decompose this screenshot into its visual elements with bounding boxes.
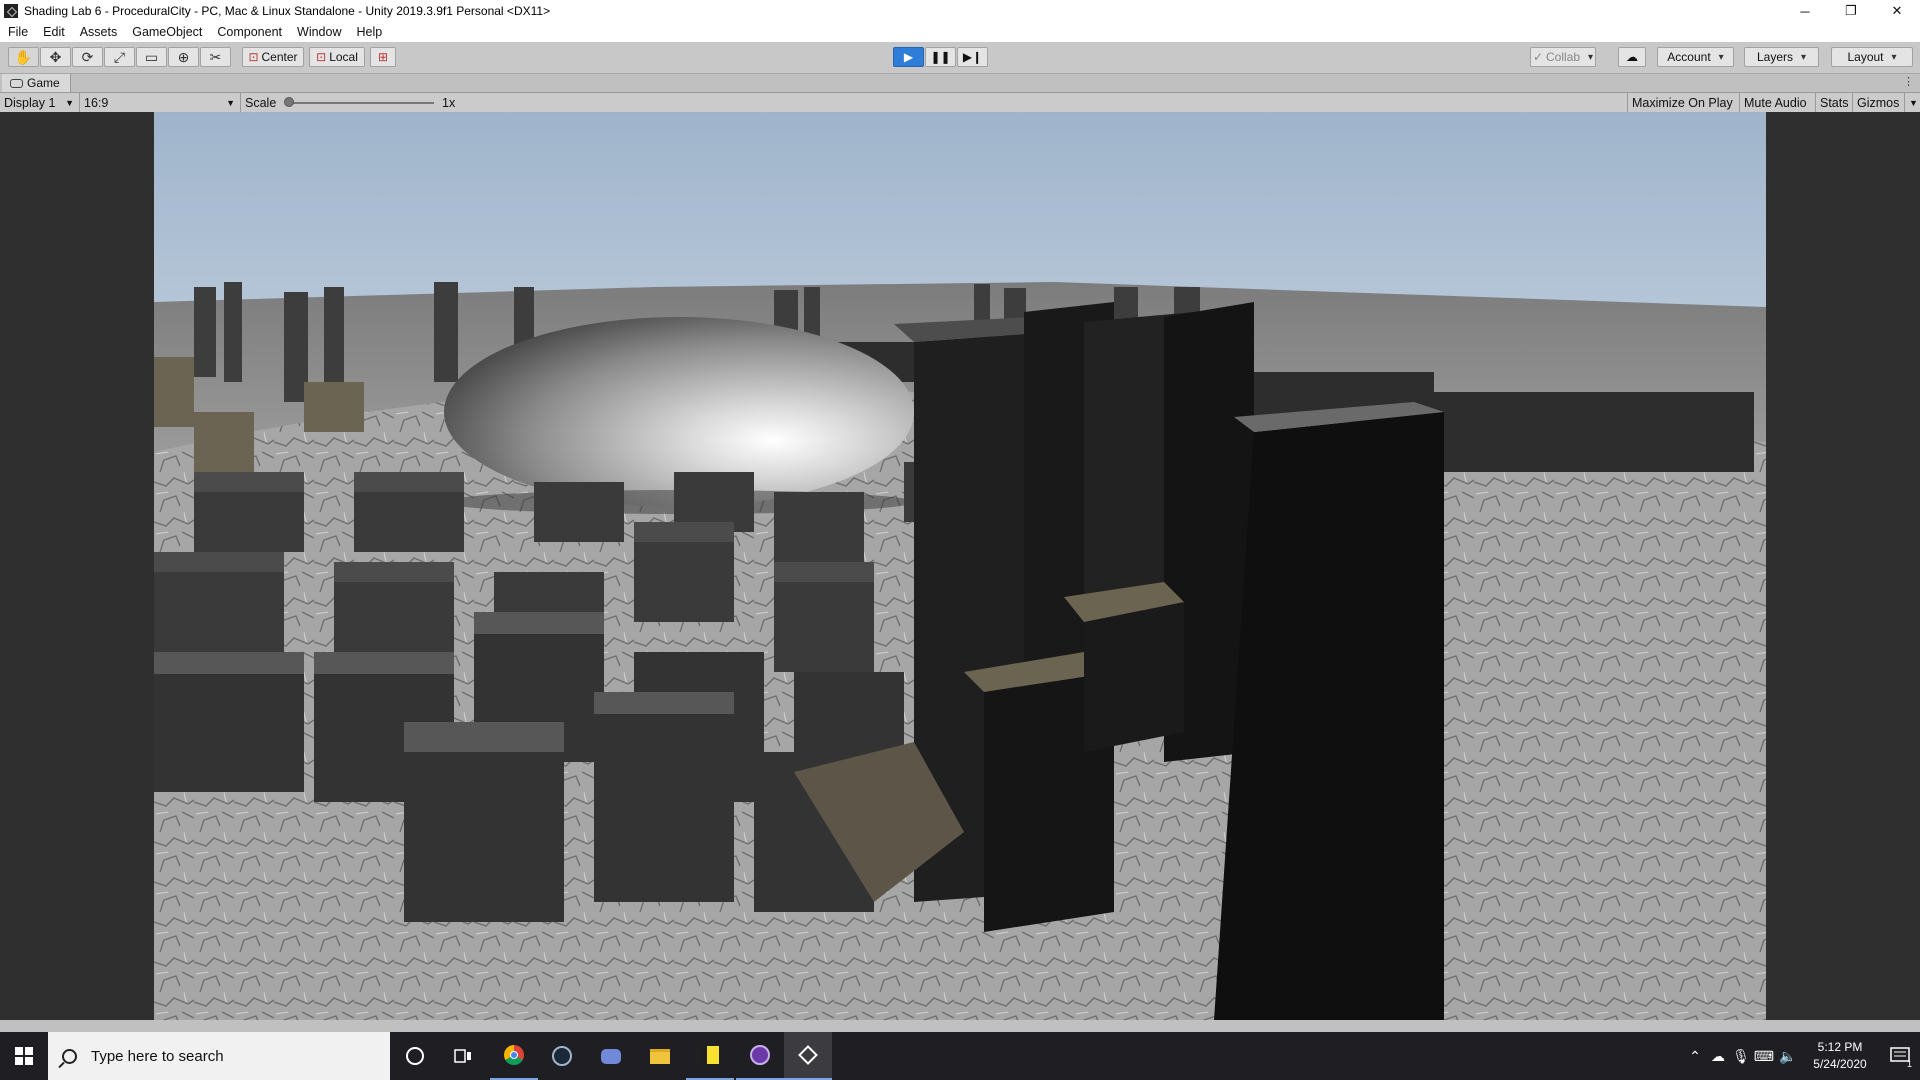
layers-label: Layers — [1756, 50, 1793, 64]
custom-tool-icon[interactable]: ✂ — [200, 47, 231, 67]
move-tool-icon[interactable]: ✥ — [40, 47, 71, 67]
space-label: Local — [329, 50, 358, 64]
steam-icon[interactable] — [538, 1032, 586, 1080]
local-icon: ⊡ — [316, 50, 327, 64]
tab-game-label: Game — [27, 76, 60, 90]
collab-check-icon: ✓ — [1532, 50, 1543, 64]
chrome-icon[interactable] — [490, 1032, 538, 1080]
transform-tool-icon[interactable]: ⊕ — [168, 47, 199, 67]
title-bar: Shading Lab 6 - ProceduralCity - PC, Mac… — [0, 0, 1920, 22]
volume-icon[interactable]: 🔈 — [1777, 1032, 1799, 1080]
close-button[interactable]: ✕ — [1874, 0, 1920, 22]
gamepad-icon — [10, 78, 23, 88]
gizmos-toggle[interactable]: Gizmos — [1852, 93, 1904, 112]
mute-audio-toggle[interactable]: Mute Audio — [1739, 93, 1815, 112]
scale-value: 1x — [442, 95, 456, 110]
status-bar — [0, 1020, 1920, 1032]
discord-icon[interactable] — [587, 1032, 635, 1080]
game-control-bar: Display 1 ▼ 16:9 ▼ Scale 1x Maximize On Pl… — [0, 93, 1920, 113]
pivot-center-button[interactable]: ⊡ Center — [242, 47, 304, 67]
file-explorer-icon[interactable] — [636, 1032, 684, 1080]
aspect-label: 16:9 — [84, 95, 109, 110]
notification-count: 1 — [1906, 1059, 1912, 1069]
app-purple-icon[interactable] — [736, 1032, 784, 1080]
account-dropdown[interactable]: Account — [1657, 47, 1734, 67]
clock[interactable]: 5:12 PM 5/24/2020 — [1800, 1032, 1880, 1080]
menu-component[interactable]: Component — [217, 25, 282, 39]
menu-assets[interactable]: Assets — [80, 25, 118, 39]
play-button[interactable]: ▶ — [893, 47, 924, 67]
menu-bar: File Edit Assets GameObject Component Wi… — [0, 22, 1920, 42]
tray-overflow-chevron-icon[interactable]: ⌃ — [1685, 1032, 1705, 1080]
rotate-tool-icon[interactable]: ⟳ — [72, 47, 103, 67]
windows-start-icon[interactable] — [0, 1032, 48, 1080]
main-toolbar: ✋ ✥ ⟳ ⤢ ▭ ⊕ ✂ ⊡ Center ⊡ Local ⊞ ▶ ❚❚ ▶❙ ✓… — [0, 42, 1920, 74]
search-placeholder: Type here to search — [91, 1047, 224, 1065]
hand-tool-icon[interactable]: ✋ — [8, 47, 39, 67]
layout-label: Layout — [1847, 50, 1884, 64]
pivot-label: Center — [261, 50, 298, 64]
collab-label: Collab — [1546, 50, 1581, 64]
sticky-notes-icon[interactable] — [686, 1032, 734, 1080]
maximize-button[interactable]: ❐ — [1828, 0, 1874, 22]
menu-edit[interactable]: Edit — [43, 25, 65, 39]
chevron-down-icon: ▼ — [226, 97, 235, 108]
windows-taskbar: Type here to search ⌃ ☁ 🎙 ⌨ 🔈 5:12 PM 5/… — [0, 1032, 1920, 1080]
layers-dropdown[interactable]: Layers — [1744, 47, 1819, 67]
window-title: Shading Lab 6 - ProceduralCity - PC, Mac… — [24, 4, 551, 18]
game-panel-header: Game ⋮ — [0, 74, 1920, 93]
maximize-on-play-toggle[interactable]: Maximize On Play — [1627, 93, 1739, 112]
scale-slider-track[interactable] — [288, 102, 434, 104]
step-button[interactable]: ▶❙ — [957, 47, 988, 67]
menu-gameobject[interactable]: GameObject — [132, 25, 202, 39]
display-dropdown[interactable]: Display 1 ▼ — [0, 93, 78, 112]
gizmos-dropdown-arrow[interactable]: ▼ — [1904, 93, 1920, 112]
aspect-dropdown[interactable]: 16:9 ▼ — [79, 93, 239, 112]
display-label: Display 1 — [4, 95, 56, 110]
game-view-render[interactable] — [154, 112, 1766, 1020]
tab-game[interactable]: Game — [2, 74, 71, 92]
unity-taskbar-icon[interactable] — [784, 1032, 832, 1080]
microphone-icon[interactable]: 🎙 — [1731, 1032, 1751, 1080]
grid-snap-icon[interactable]: ⊞ — [370, 47, 396, 67]
notifications-icon[interactable]: 1 — [1880, 1032, 1920, 1080]
cloud-icon[interactable]: ☁ — [1618, 47, 1646, 67]
search-icon — [62, 1048, 77, 1064]
scale-slider-knob[interactable] — [284, 97, 294, 107]
scale-label: Scale — [240, 93, 290, 112]
rect-tool-icon[interactable]: ▭ — [136, 47, 167, 67]
pivot-icon: ⊡ — [248, 50, 259, 64]
chevron-down-icon: ▼ — [65, 97, 74, 108]
layout-dropdown[interactable]: Layout — [1831, 47, 1913, 67]
unity-logo-icon — [4, 4, 18, 18]
pause-button[interactable]: ❚❚ — [925, 47, 956, 67]
stats-toggle[interactable]: Stats — [1815, 93, 1852, 112]
network-icon[interactable]: ⌨ — [1753, 1032, 1775, 1080]
menu-window[interactable]: Window — [297, 25, 341, 39]
onedrive-cloud-icon[interactable]: ☁ — [1707, 1032, 1729, 1080]
task-view-icon[interactable] — [439, 1032, 487, 1080]
collab-dropdown[interactable]: ✓ Collab — [1530, 47, 1596, 67]
panel-menu-icon[interactable]: ⋮ — [1903, 75, 1914, 88]
menu-help[interactable]: Help — [356, 25, 382, 39]
clock-time: 5:12 PM — [1817, 1040, 1863, 1054]
taskbar-search-box[interactable]: Type here to search — [48, 1032, 390, 1080]
account-label: Account — [1667, 50, 1711, 64]
clock-date: 5/24/2020 — [1813, 1057, 1867, 1071]
minimize-button[interactable]: ─ — [1782, 0, 1828, 22]
menu-file[interactable]: File — [8, 25, 28, 39]
scale-tool-icon[interactable]: ⤢ — [104, 47, 135, 67]
space-local-button[interactable]: ⊡ Local — [309, 47, 365, 67]
cortana-icon[interactable] — [391, 1032, 439, 1080]
